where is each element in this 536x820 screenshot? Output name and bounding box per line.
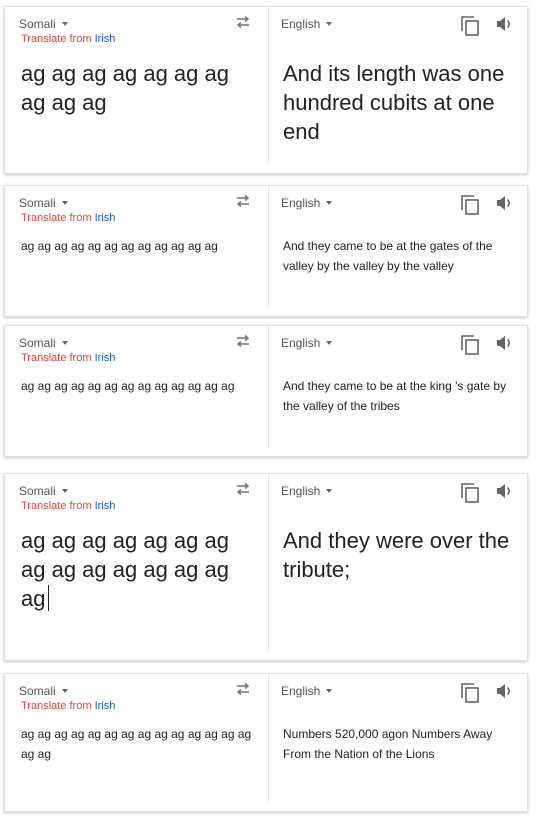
translation-card: Somali Translate from Irish English ag a… bbox=[4, 673, 528, 812]
chevron-down-icon bbox=[61, 489, 68, 493]
translation-card: Somali Translate from Irish English ag a… bbox=[4, 473, 528, 661]
panel-divider bbox=[268, 186, 269, 308]
source-language-label: Somali bbox=[19, 336, 56, 350]
translated-text: And they were over the tribute; bbox=[283, 528, 510, 582]
target-language-select[interactable]: English bbox=[281, 336, 333, 350]
chevron-down-icon bbox=[61, 22, 68, 26]
copy-icon[interactable] bbox=[460, 682, 480, 709]
source-text-input[interactable]: ag ag ag ag ag ag ag ag ag ag ag ag ag a… bbox=[21, 526, 259, 613]
detected-language-hint: Translate from Irish bbox=[21, 700, 115, 712]
target-language-select[interactable]: English bbox=[281, 684, 333, 698]
swap-languages-icon[interactable] bbox=[234, 482, 252, 501]
translated-text: Numbers 520,000 agon Numbers Away From t… bbox=[283, 727, 493, 761]
source-language-select[interactable]: Somali bbox=[19, 196, 68, 210]
copy-icon[interactable] bbox=[460, 194, 480, 221]
translated-text: And its length was one hundred cubits at… bbox=[283, 61, 505, 144]
chevron-down-icon bbox=[326, 22, 333, 26]
target-language-label: English bbox=[281, 196, 321, 210]
target-language-label: English bbox=[281, 17, 321, 31]
translated-text: And they came to be at the king 's gate … bbox=[283, 379, 507, 413]
hint-prefix: Translate from bbox=[21, 700, 95, 712]
hint-language-link[interactable]: Irish bbox=[95, 700, 116, 712]
panel-divider bbox=[268, 674, 269, 803]
panel-divider bbox=[268, 474, 269, 652]
detected-language-hint: Translate from Irish bbox=[21, 212, 115, 224]
swap-languages-icon[interactable] bbox=[234, 334, 252, 353]
hint-language-link[interactable]: Irish bbox=[95, 212, 116, 224]
swap-languages-icon[interactable] bbox=[234, 682, 252, 701]
source-text[interactable]: ag ag ag ag ag ag ag ag ag ag ag ag ag bbox=[21, 376, 259, 396]
source-text[interactable]: ag ag ag ag ag ag ag ag ag ag ag ag bbox=[21, 236, 259, 256]
translated-text: And they came to be at the gates of the … bbox=[283, 239, 493, 273]
source-text[interactable]: ag ag ag ag ag ag ag ag ag ag bbox=[21, 59, 259, 117]
hint-prefix: Translate from bbox=[21, 212, 95, 224]
copy-icon[interactable] bbox=[460, 482, 480, 509]
hint-language-link[interactable]: Irish bbox=[95, 33, 116, 45]
detected-language-hint: Translate from Irish bbox=[21, 500, 115, 512]
source-language-label: Somali bbox=[19, 196, 56, 210]
translation-card: Somali Translate from Irish English ag a… bbox=[4, 185, 528, 317]
hint-prefix: Translate from bbox=[21, 33, 95, 45]
chevron-down-icon bbox=[61, 201, 68, 205]
hint-language-link[interactable]: Irish bbox=[95, 500, 116, 512]
speaker-icon[interactable] bbox=[495, 334, 513, 357]
source-language-select[interactable]: Somali bbox=[19, 336, 68, 350]
source-text[interactable]: ag ag ag ag ag ag ag ag ag ag ag ag ag a… bbox=[21, 724, 259, 764]
speaker-icon[interactable] bbox=[495, 15, 513, 38]
panel-divider bbox=[268, 326, 269, 448]
target-language-label: English bbox=[281, 336, 321, 350]
translation-card: Somali Translate from Irish English ag a… bbox=[4, 325, 528, 457]
source-text: ag ag ag ag ag ag ag ag ag ag ag ag ag a… bbox=[21, 528, 229, 611]
panel-divider bbox=[268, 7, 269, 165]
translation-card: Somali Translate from Irish English ag a… bbox=[4, 6, 528, 174]
chevron-down-icon bbox=[326, 341, 333, 345]
source-language-select[interactable]: Somali bbox=[19, 484, 68, 498]
text-cursor bbox=[48, 585, 50, 611]
source-language-select[interactable]: Somali bbox=[19, 684, 68, 698]
copy-icon[interactable] bbox=[460, 334, 480, 361]
source-language-label: Somali bbox=[19, 17, 56, 31]
speaker-icon[interactable] bbox=[495, 482, 513, 505]
swap-languages-icon[interactable] bbox=[234, 15, 252, 34]
chevron-down-icon bbox=[326, 489, 333, 493]
target-language-select[interactable]: English bbox=[281, 484, 333, 498]
target-language-label: English bbox=[281, 484, 321, 498]
swap-languages-icon[interactable] bbox=[234, 194, 252, 213]
chevron-down-icon bbox=[326, 201, 333, 205]
speaker-icon[interactable] bbox=[495, 194, 513, 217]
source-language-label: Somali bbox=[19, 484, 56, 498]
detected-language-hint: Translate from Irish bbox=[21, 352, 115, 364]
detected-language-hint: Translate from Irish bbox=[21, 33, 115, 45]
hint-language-link[interactable]: Irish bbox=[95, 352, 116, 364]
target-language-select[interactable]: English bbox=[281, 17, 333, 31]
chevron-down-icon bbox=[326, 689, 333, 693]
target-language-select[interactable]: English bbox=[281, 196, 333, 210]
chevron-down-icon bbox=[61, 341, 68, 345]
speaker-icon[interactable] bbox=[495, 682, 513, 705]
target-language-label: English bbox=[281, 684, 321, 698]
copy-icon[interactable] bbox=[460, 15, 480, 42]
source-language-select[interactable]: Somali bbox=[19, 17, 68, 31]
source-language-label: Somali bbox=[19, 684, 56, 698]
hint-prefix: Translate from bbox=[21, 352, 95, 364]
chevron-down-icon bbox=[61, 689, 68, 693]
hint-prefix: Translate from bbox=[21, 500, 95, 512]
